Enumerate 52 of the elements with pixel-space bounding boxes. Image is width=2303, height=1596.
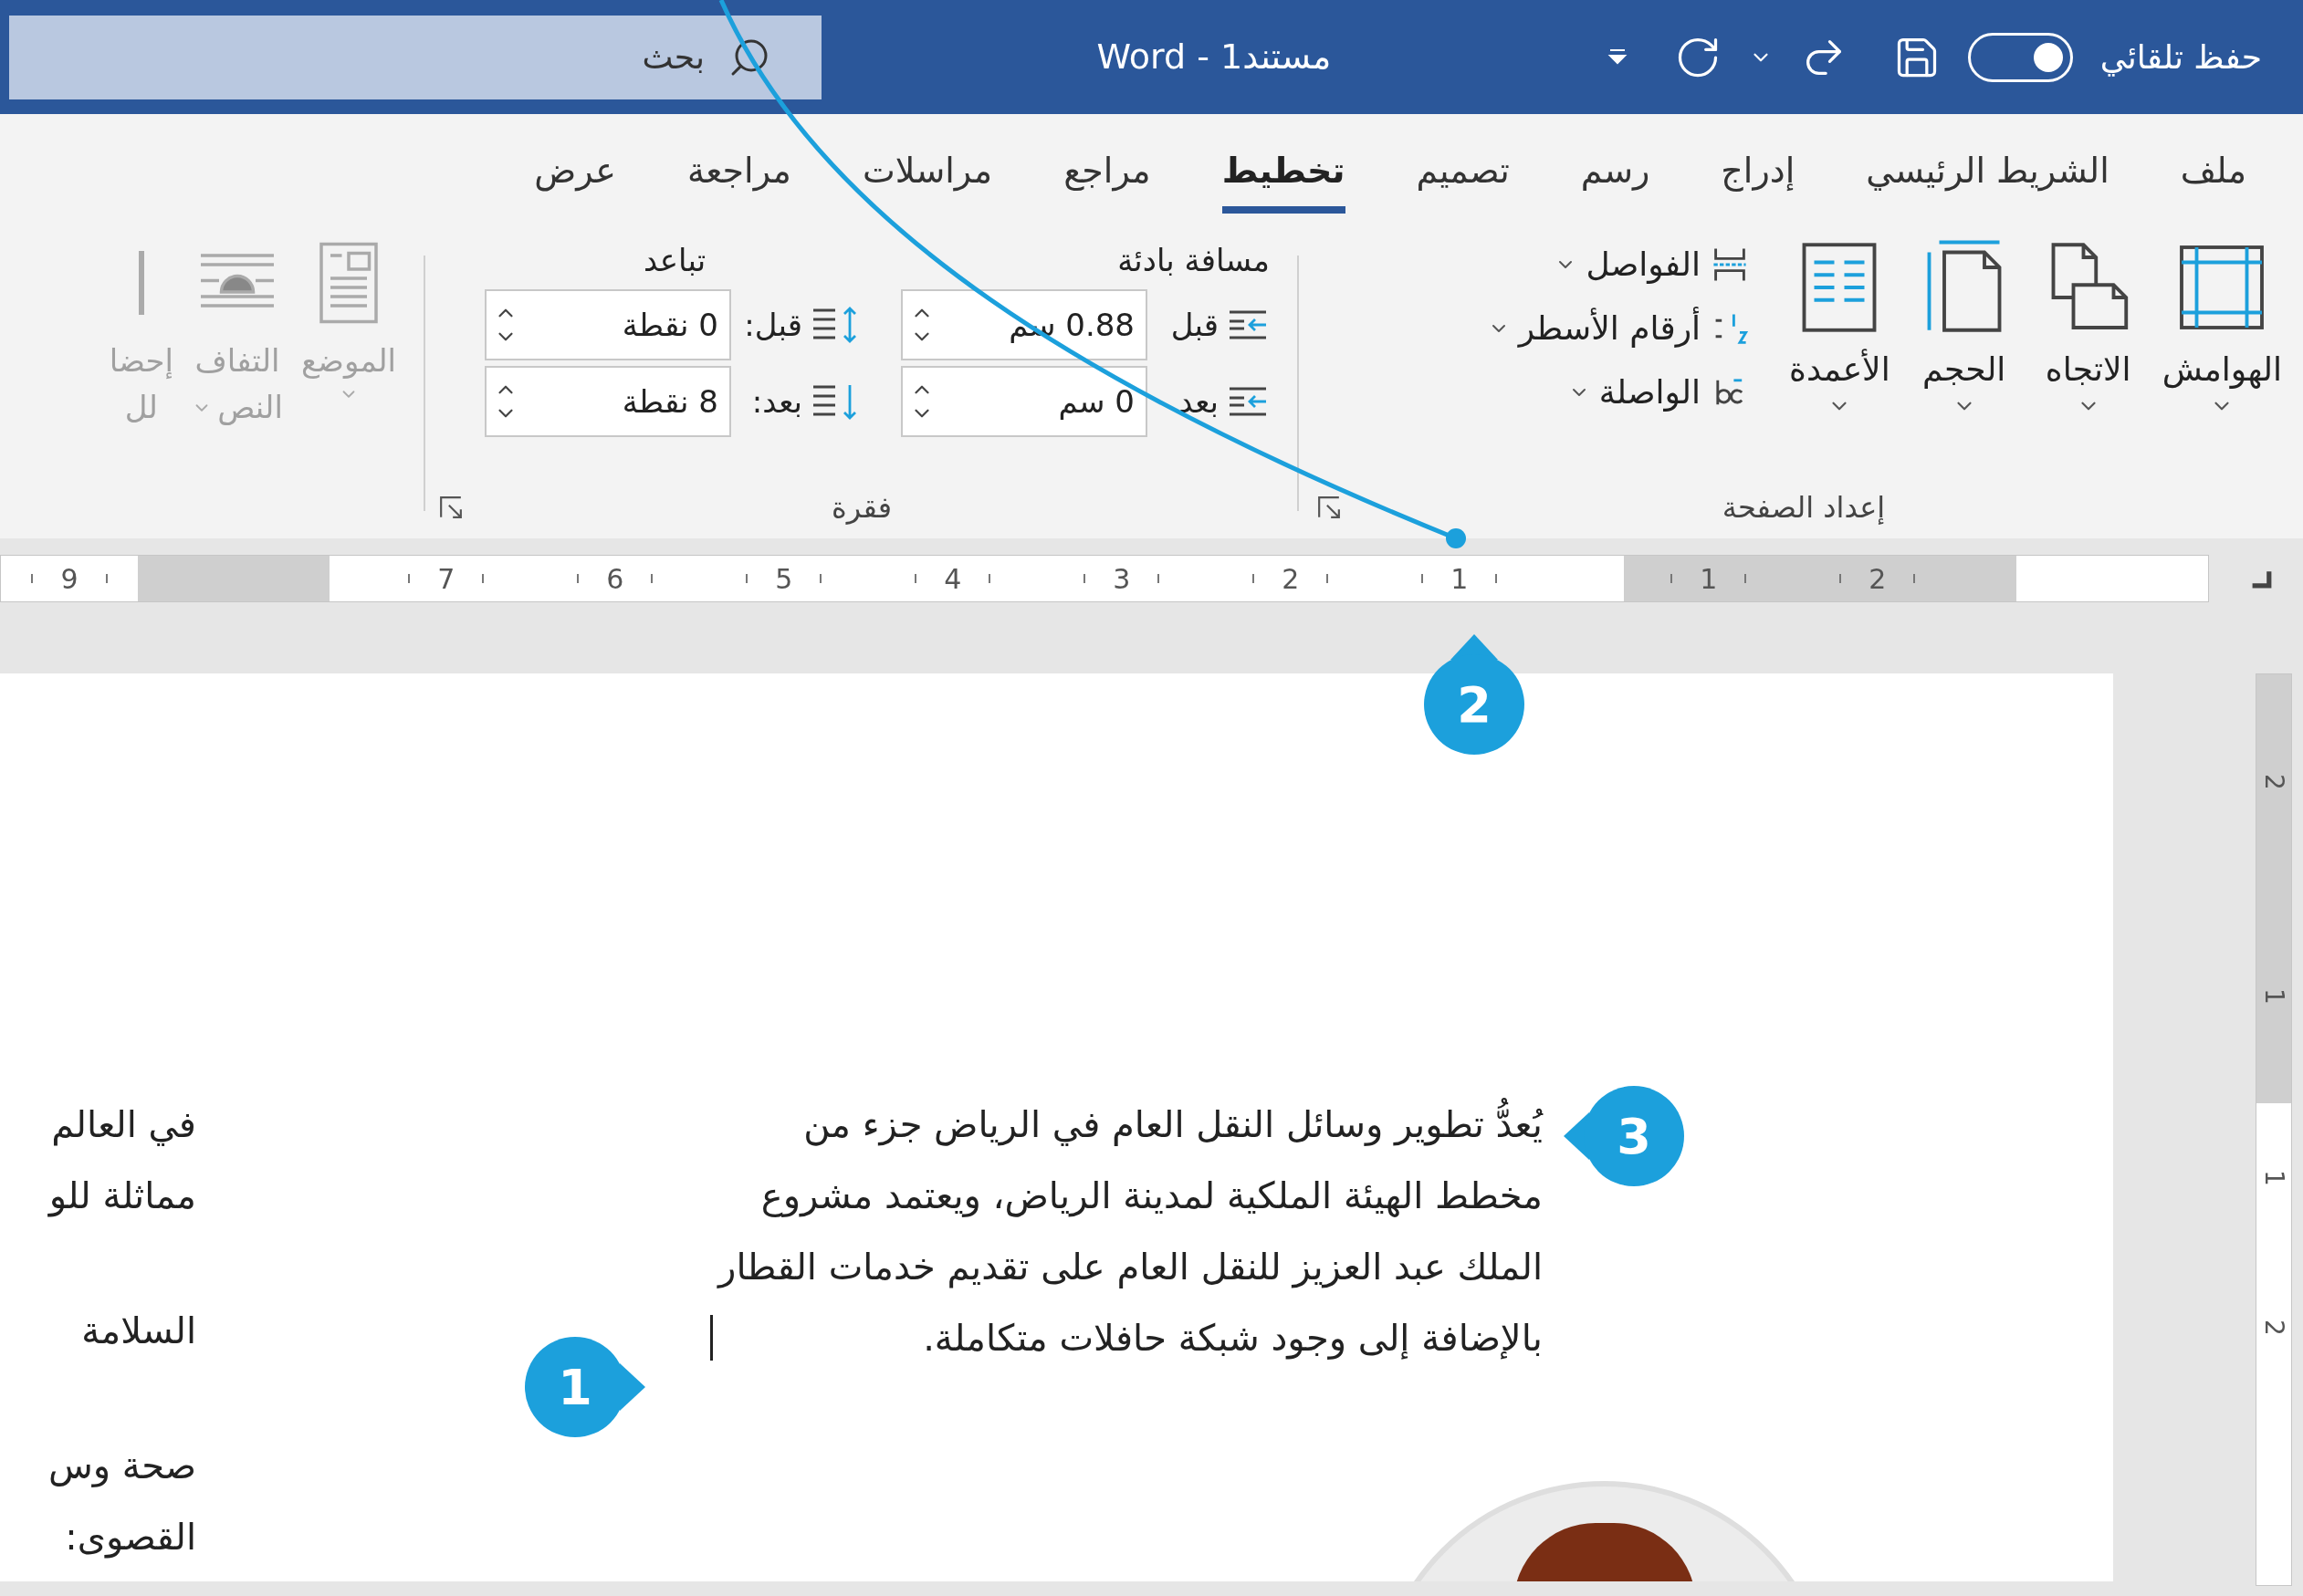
ruler-number: 2 bbox=[2258, 773, 2290, 790]
field-label: قبل bbox=[1169, 305, 1219, 345]
ruler-number: 1 bbox=[1700, 561, 1718, 597]
ribbon-tab[interactable]: تصميم bbox=[1416, 145, 1510, 214]
document-paragraph: السلامة bbox=[80, 1309, 196, 1353]
field-label: بعد bbox=[1178, 381, 1219, 422]
ruler-number: 2 bbox=[1869, 561, 1887, 597]
ribbon-large-button[interactable]: الأعمدة bbox=[1782, 237, 1898, 418]
ruler-number: 2 bbox=[2258, 1320, 2290, 1336]
document-paragraph: يُعدُّ تطوير وسائل النقل العام في الرياض جزء من مخطط الهيئة الملكية لمدينة الرياض، ويعتمد مشروع الملك عبد العزيز للنقل العام على تقديم خدمات القطار بالإضافة إلى وجود شبكة حافلات متكاملة. bbox=[718, 1089, 1543, 1373]
ribbon-tab[interactable]: إدراج bbox=[1721, 145, 1795, 214]
window-title: مستند1 - Word bbox=[1096, 36, 1332, 78]
ribbon-large-button[interactable]: الهوامش bbox=[2154, 237, 2289, 418]
autosave-toggle[interactable] bbox=[1967, 32, 2073, 82]
field-label: قبل: bbox=[743, 305, 802, 345]
ruler-number: 6 bbox=[606, 561, 624, 597]
ribbon-small-button[interactable]: الواصلة bbox=[1487, 365, 1751, 420]
section-heading: تباعد bbox=[642, 241, 707, 280]
ribbon-small-button[interactable]: الفواصل bbox=[1487, 237, 1751, 292]
ruler-number: 9 bbox=[60, 561, 79, 597]
group-label: فقرة bbox=[831, 489, 893, 527]
ribbon-tab[interactable]: الشريط الرئيسي bbox=[1866, 145, 2109, 214]
ribbon-tab[interactable]: مراجع bbox=[1063, 145, 1151, 214]
ribbon-small-button[interactable]: أرقام الأسطر bbox=[1487, 301, 1751, 356]
document-paragraph: صحة وس القصوى: bbox=[47, 1444, 196, 1560]
spacing-field[interactable]: 0 نقطة bbox=[485, 289, 731, 360]
indent-field[interactable]: 0 سم bbox=[901, 366, 1147, 437]
search-field[interactable]: بحث bbox=[9, 15, 822, 99]
ruler-number: 4 bbox=[944, 561, 962, 597]
ruler-number: 3 bbox=[1113, 561, 1131, 597]
ribbon-tab[interactable]: مراجعة bbox=[686, 145, 791, 214]
ribbon-large-button[interactable]: الاتجاه bbox=[2030, 237, 2146, 418]
group-label: إعداد الصفحة bbox=[1721, 489, 1887, 527]
ruler-number: 5 bbox=[775, 561, 793, 597]
ribbon-tab[interactable]: عرض bbox=[534, 145, 616, 214]
dialog-launcher-icon[interactable] bbox=[439, 495, 463, 519]
ruler-number: 1 bbox=[2258, 1170, 2290, 1186]
ribbon-tab[interactable]: مراسلات bbox=[862, 145, 993, 214]
ribbon-tab[interactable]: ملف bbox=[2180, 145, 2246, 214]
ruler-number: 1 bbox=[1450, 561, 1469, 597]
ribbon-large-button[interactable]: الحجم bbox=[1906, 237, 2022, 418]
document-paragraph: في العالم مماثلة للو bbox=[47, 1102, 196, 1219]
ribbon-tab[interactable]: رسم bbox=[1580, 145, 1650, 214]
section-heading: مسافة بادئة bbox=[1116, 241, 1270, 280]
ruler-number: 7 bbox=[437, 561, 455, 597]
ruler-number: 2 bbox=[1282, 561, 1300, 597]
text-cursor bbox=[710, 1315, 714, 1361]
dialog-launcher-icon[interactable] bbox=[1317, 495, 1341, 519]
field-label: بعد: bbox=[750, 381, 802, 422]
spacing-field[interactable]: 8 نقطة bbox=[485, 366, 731, 437]
ruler-number: 1 bbox=[2258, 987, 2290, 1005]
autosave-label: حفظ تلقائي bbox=[2099, 37, 2262, 78]
